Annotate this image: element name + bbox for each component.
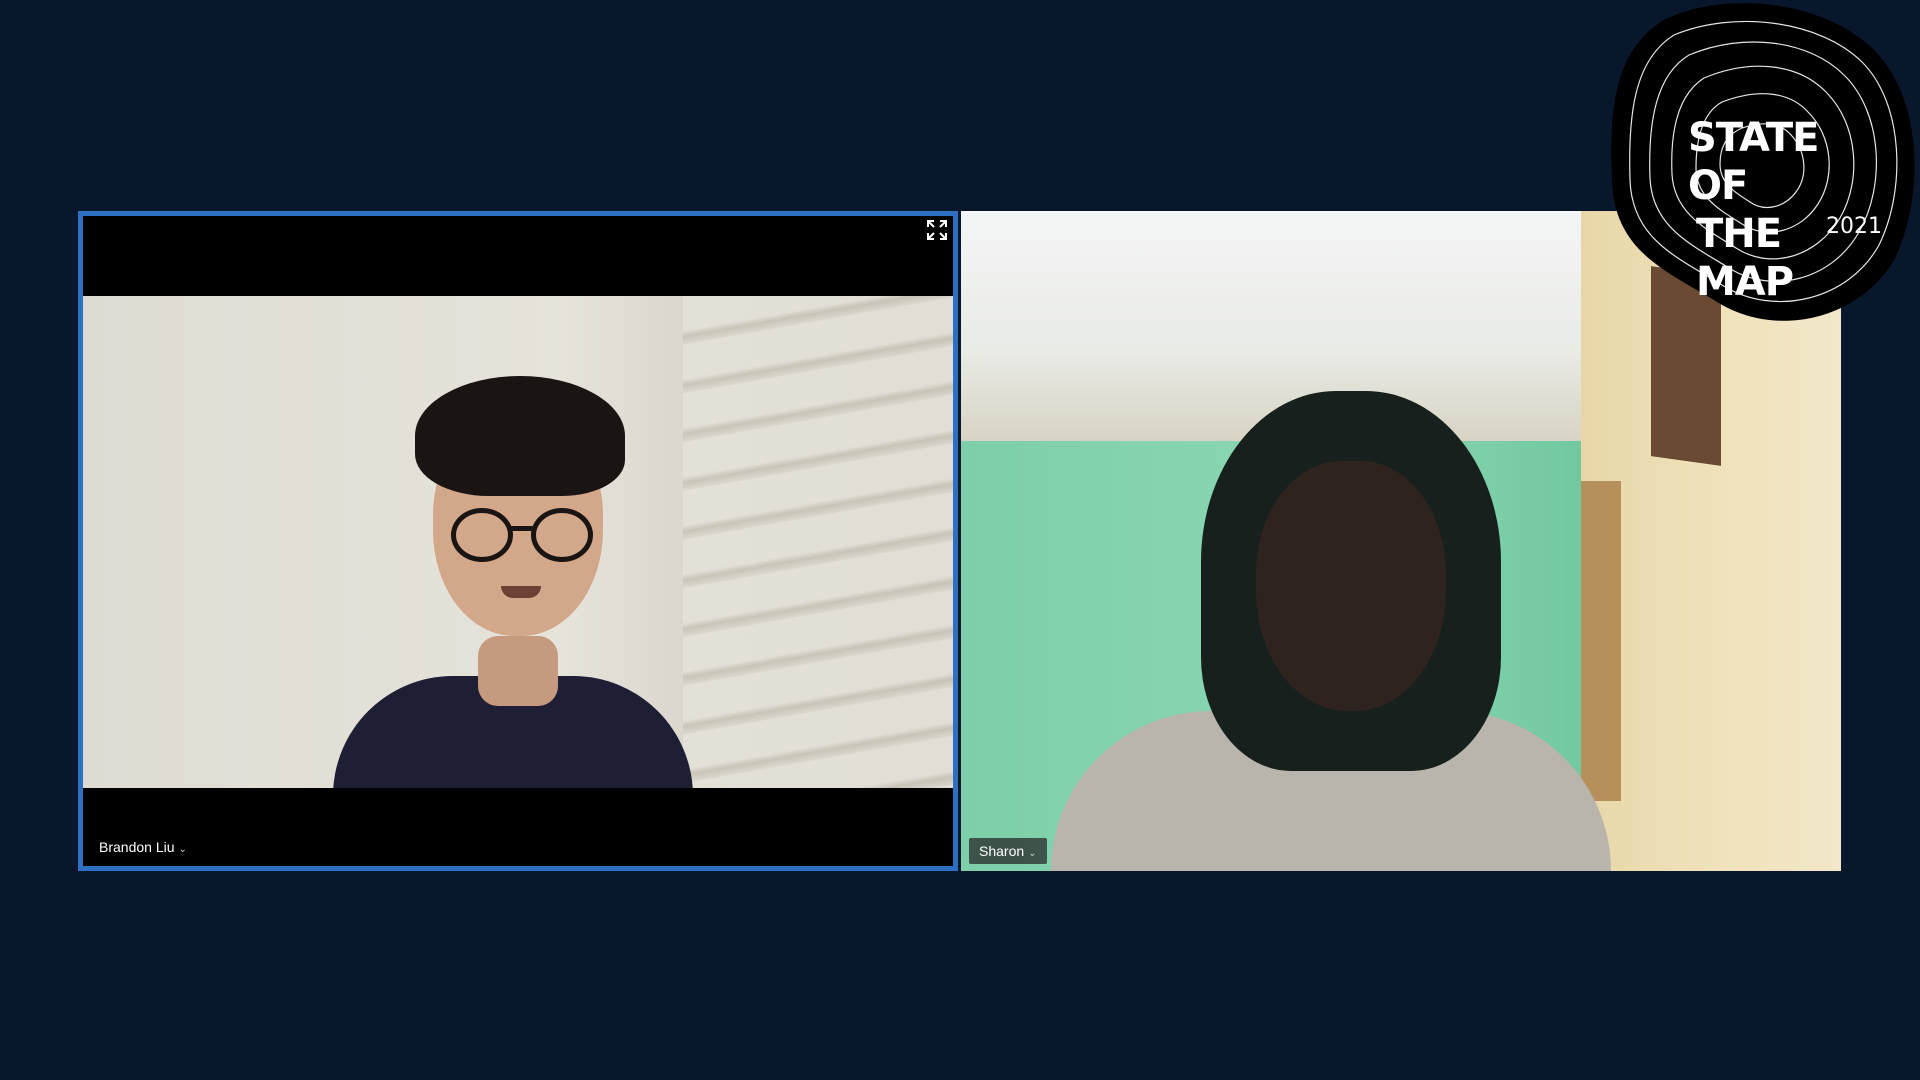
chevron-down-icon[interactable]: ⌄	[1028, 848, 1036, 859]
participant-name-tag[interactable]: Brandon Liu ⌄	[89, 834, 197, 860]
participant-mouth	[501, 586, 541, 598]
participant-neck	[478, 636, 558, 706]
glasses-lens-left	[451, 508, 513, 562]
participant-figure	[1051, 391, 1611, 871]
glasses-lens-right	[531, 508, 593, 562]
logo-title: STATE OF THE MAP	[1688, 114, 1888, 306]
logo-year: 2021	[1826, 214, 1882, 239]
participant-hair	[415, 376, 625, 496]
fullscreen-icon[interactable]	[925, 218, 949, 242]
participant-face	[1256, 461, 1446, 711]
participant-name: Brandon Liu	[99, 839, 175, 855]
logo-line-1: STATE OF	[1688, 115, 1819, 209]
participant-video	[83, 296, 953, 788]
participant-tile-active-speaker[interactable]: Brandon Liu ⌄	[78, 211, 958, 871]
glasses-bridge	[511, 526, 533, 531]
window-blinds	[683, 296, 953, 788]
chevron-down-icon[interactable]: ⌄	[179, 844, 187, 855]
video-call-stage: Brandon Liu⌄ Sharon⌄ STATE OF THE MAP	[0, 0, 1920, 1080]
participant-figure	[333, 376, 693, 788]
participant-name-tag[interactable]: Sharon ⌄	[969, 838, 1047, 864]
participant-name: Sharon	[979, 843, 1025, 859]
